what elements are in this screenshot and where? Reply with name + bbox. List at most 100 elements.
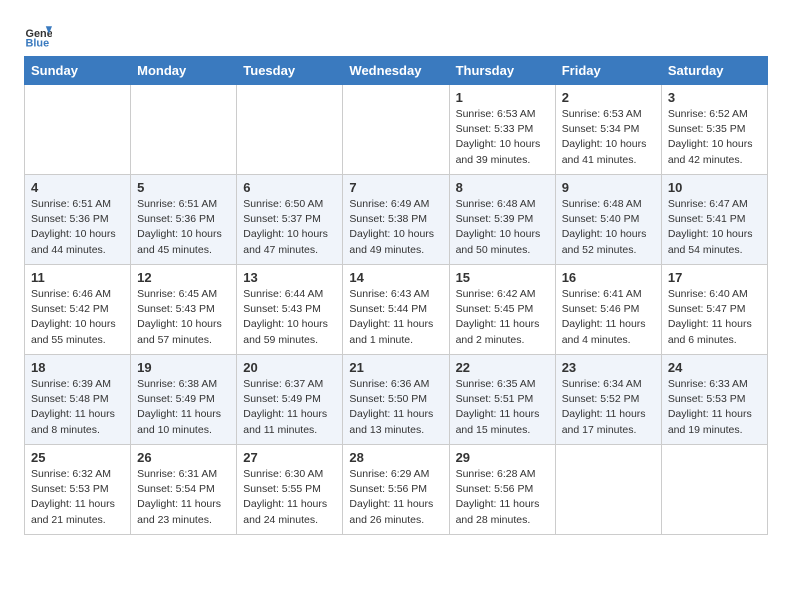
day-number: 16 — [562, 270, 655, 285]
day-info: Sunrise: 6:46 AM Sunset: 5:42 PM Dayligh… — [31, 287, 124, 348]
calendar-cell — [237, 85, 343, 175]
day-info: Sunrise: 6:48 AM Sunset: 5:39 PM Dayligh… — [456, 197, 549, 258]
day-number: 18 — [31, 360, 124, 375]
week-row-1: 1 Sunrise: 6:53 AM Sunset: 5:33 PM Daylig… — [25, 85, 768, 175]
calendar-cell: 12 Sunrise: 6:45 AM Sunset: 5:43 PM Dayli… — [131, 265, 237, 355]
weekday-header-thursday: Thursday — [449, 57, 555, 85]
day-number: 21 — [349, 360, 442, 375]
calendar-cell: 16 Sunrise: 6:41 AM Sunset: 5:46 PM Dayli… — [555, 265, 661, 355]
calendar-cell: 25 Sunrise: 6:32 AM Sunset: 5:53 PM Dayli… — [25, 445, 131, 535]
day-info: Sunrise: 6:48 AM Sunset: 5:40 PM Dayligh… — [562, 197, 655, 258]
svg-text:Blue: Blue — [26, 37, 50, 48]
calendar-cell: 13 Sunrise: 6:44 AM Sunset: 5:43 PM Dayli… — [237, 265, 343, 355]
weekday-header-saturday: Saturday — [661, 57, 767, 85]
day-number: 10 — [668, 180, 761, 195]
day-number: 25 — [31, 450, 124, 465]
week-row-2: 4 Sunrise: 6:51 AM Sunset: 5:36 PM Daylig… — [25, 175, 768, 265]
day-number: 17 — [668, 270, 761, 285]
day-info: Sunrise: 6:38 AM Sunset: 5:49 PM Dayligh… — [137, 377, 230, 438]
calendar-cell: 18 Sunrise: 6:39 AM Sunset: 5:48 PM Dayli… — [25, 355, 131, 445]
calendar-cell: 22 Sunrise: 6:35 AM Sunset: 5:51 PM Dayli… — [449, 355, 555, 445]
day-info: Sunrise: 6:37 AM Sunset: 5:49 PM Dayligh… — [243, 377, 336, 438]
calendar-cell: 11 Sunrise: 6:46 AM Sunset: 5:42 PM Dayli… — [25, 265, 131, 355]
weekday-header-wednesday: Wednesday — [343, 57, 449, 85]
day-info: Sunrise: 6:42 AM Sunset: 5:45 PM Dayligh… — [456, 287, 549, 348]
calendar-cell: 15 Sunrise: 6:42 AM Sunset: 5:45 PM Dayli… — [449, 265, 555, 355]
day-info: Sunrise: 6:36 AM Sunset: 5:50 PM Dayligh… — [349, 377, 442, 438]
calendar-cell — [343, 85, 449, 175]
logo-icon: General Blue — [24, 20, 52, 48]
day-info: Sunrise: 6:39 AM Sunset: 5:48 PM Dayligh… — [31, 377, 124, 438]
day-info: Sunrise: 6:40 AM Sunset: 5:47 PM Dayligh… — [668, 287, 761, 348]
page-header: General Blue — [24, 20, 768, 48]
calendar-cell: 9 Sunrise: 6:48 AM Sunset: 5:40 PM Daylig… — [555, 175, 661, 265]
calendar-cell: 4 Sunrise: 6:51 AM Sunset: 5:36 PM Daylig… — [25, 175, 131, 265]
calendar-cell: 2 Sunrise: 6:53 AM Sunset: 5:34 PM Daylig… — [555, 85, 661, 175]
weekday-header-sunday: Sunday — [25, 57, 131, 85]
calendar-cell: 21 Sunrise: 6:36 AM Sunset: 5:50 PM Dayli… — [343, 355, 449, 445]
day-info: Sunrise: 6:28 AM Sunset: 5:56 PM Dayligh… — [456, 467, 549, 528]
day-info: Sunrise: 6:45 AM Sunset: 5:43 PM Dayligh… — [137, 287, 230, 348]
day-number: 24 — [668, 360, 761, 375]
day-number: 9 — [562, 180, 655, 195]
day-info: Sunrise: 6:29 AM Sunset: 5:56 PM Dayligh… — [349, 467, 442, 528]
calendar-cell: 1 Sunrise: 6:53 AM Sunset: 5:33 PM Daylig… — [449, 85, 555, 175]
calendar-cell: 23 Sunrise: 6:34 AM Sunset: 5:52 PM Dayli… — [555, 355, 661, 445]
calendar-cell: 17 Sunrise: 6:40 AM Sunset: 5:47 PM Dayli… — [661, 265, 767, 355]
calendar-cell: 7Sunrise: 6:49 AM Sunset: 5:38 PM Daylig… — [343, 175, 449, 265]
day-number: 14 — [349, 270, 442, 285]
day-info: Sunrise: 6:52 AM Sunset: 5:35 PM Dayligh… — [668, 107, 761, 168]
calendar-cell: 26Sunrise: 6:31 AM Sunset: 5:54 PM Dayli… — [131, 445, 237, 535]
day-number: 15 — [456, 270, 549, 285]
calendar-cell — [661, 445, 767, 535]
day-info: Sunrise: 6:53 AM Sunset: 5:34 PM Dayligh… — [562, 107, 655, 168]
day-info: Sunrise: 6:51 AM Sunset: 5:36 PM Dayligh… — [137, 197, 230, 258]
day-info: Sunrise: 6:51 AM Sunset: 5:36 PM Dayligh… — [31, 197, 124, 258]
calendar-cell: 19Sunrise: 6:38 AM Sunset: 5:49 PM Dayli… — [131, 355, 237, 445]
day-info: Sunrise: 6:34 AM Sunset: 5:52 PM Dayligh… — [562, 377, 655, 438]
calendar-cell — [25, 85, 131, 175]
week-row-3: 11 Sunrise: 6:46 AM Sunset: 5:42 PM Dayli… — [25, 265, 768, 355]
day-number: 7 — [349, 180, 442, 195]
calendar-cell: 14 Sunrise: 6:43 AM Sunset: 5:44 PM Dayli… — [343, 265, 449, 355]
calendar-cell: 6Sunrise: 6:50 AM Sunset: 5:37 PM Daylig… — [237, 175, 343, 265]
calendar-cell — [555, 445, 661, 535]
day-info: Sunrise: 6:50 AM Sunset: 5:37 PM Dayligh… — [243, 197, 336, 258]
day-number: 4 — [31, 180, 124, 195]
day-number: 13 — [243, 270, 336, 285]
day-number: 1 — [456, 90, 549, 105]
week-row-5: 25 Sunrise: 6:32 AM Sunset: 5:53 PM Dayli… — [25, 445, 768, 535]
day-info: Sunrise: 6:41 AM Sunset: 5:46 PM Dayligh… — [562, 287, 655, 348]
weekday-header-monday: Monday — [131, 57, 237, 85]
day-number: 29 — [456, 450, 549, 465]
calendar-cell: 8 Sunrise: 6:48 AM Sunset: 5:39 PM Daylig… — [449, 175, 555, 265]
weekday-header-tuesday: Tuesday — [237, 57, 343, 85]
calendar-table: SundayMondayTuesdayWednesdayThursdayFrid… — [24, 56, 768, 535]
day-number: 2 — [562, 90, 655, 105]
day-number: 8 — [456, 180, 549, 195]
logo: General Blue — [24, 20, 56, 48]
calendar-cell: 29 Sunrise: 6:28 AM Sunset: 5:56 PM Dayli… — [449, 445, 555, 535]
day-number: 20 — [243, 360, 336, 375]
day-info: Sunrise: 6:53 AM Sunset: 5:33 PM Dayligh… — [456, 107, 549, 168]
calendar-cell: 5 Sunrise: 6:51 AM Sunset: 5:36 PM Daylig… — [131, 175, 237, 265]
day-number: 5 — [137, 180, 230, 195]
day-number: 26 — [137, 450, 230, 465]
day-info: Sunrise: 6:32 AM Sunset: 5:53 PM Dayligh… — [31, 467, 124, 528]
calendar-cell: 20 Sunrise: 6:37 AM Sunset: 5:49 PM Dayli… — [237, 355, 343, 445]
day-number: 11 — [31, 270, 124, 285]
day-info: Sunrise: 6:44 AM Sunset: 5:43 PM Dayligh… — [243, 287, 336, 348]
day-number: 27 — [243, 450, 336, 465]
day-info: Sunrise: 6:47 AM Sunset: 5:41 PM Dayligh… — [668, 197, 761, 258]
day-number: 12 — [137, 270, 230, 285]
day-number: 23 — [562, 360, 655, 375]
day-number: 3 — [668, 90, 761, 105]
day-info: Sunrise: 6:35 AM Sunset: 5:51 PM Dayligh… — [456, 377, 549, 438]
calendar-cell: 28 Sunrise: 6:29 AM Sunset: 5:56 PM Dayli… — [343, 445, 449, 535]
day-info: Sunrise: 6:43 AM Sunset: 5:44 PM Dayligh… — [349, 287, 442, 348]
day-info: Sunrise: 6:33 AM Sunset: 5:53 PM Dayligh… — [668, 377, 761, 438]
day-number: 28 — [349, 450, 442, 465]
day-number: 22 — [456, 360, 549, 375]
weekday-header-friday: Friday — [555, 57, 661, 85]
calendar-cell: 24 Sunrise: 6:33 AM Sunset: 5:53 PM Dayli… — [661, 355, 767, 445]
